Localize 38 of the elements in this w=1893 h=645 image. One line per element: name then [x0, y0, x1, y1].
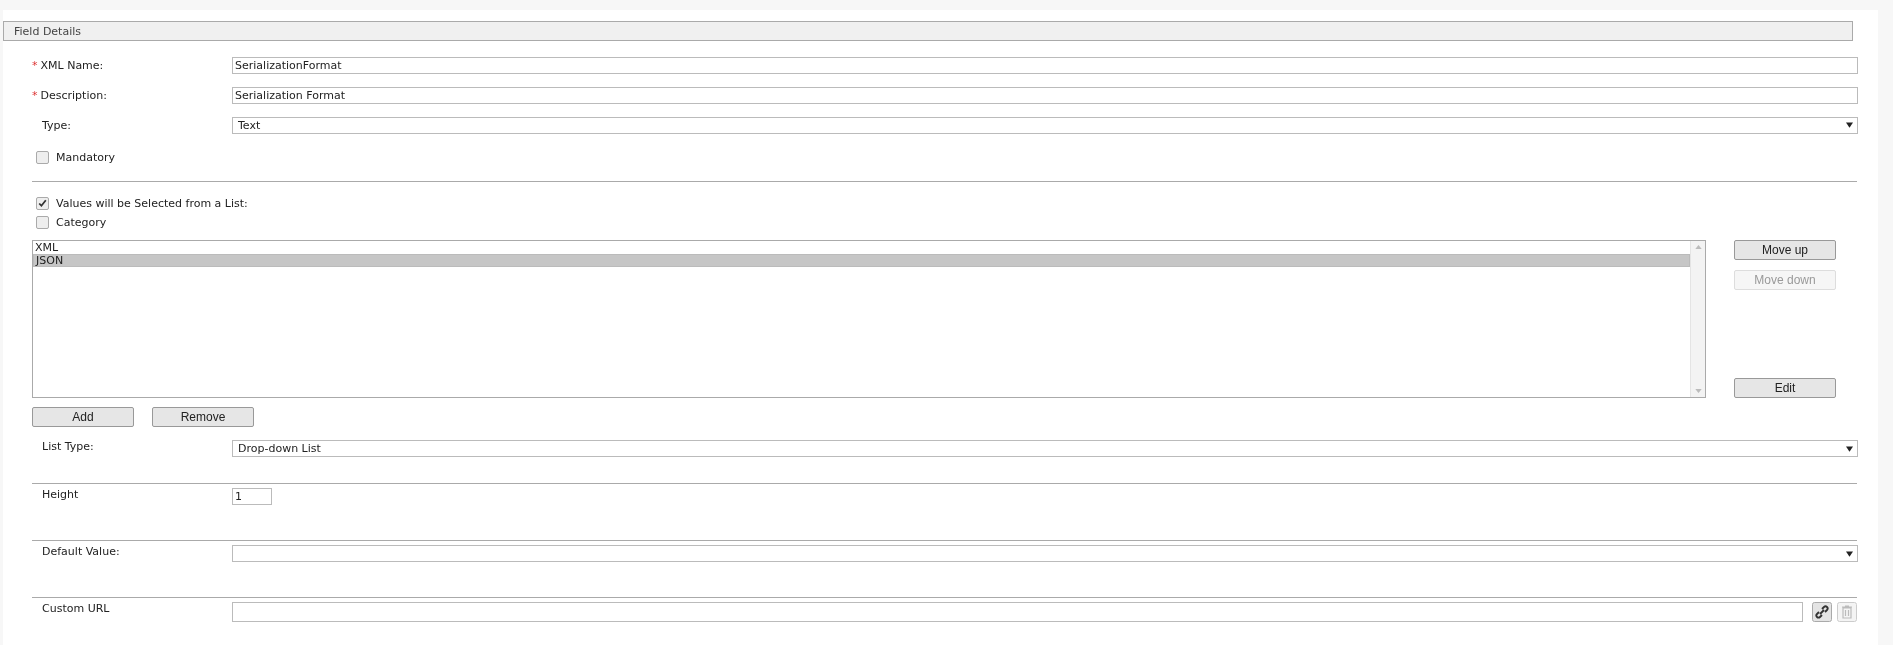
dropdown-arrow-icon: [1846, 550, 1853, 557]
move-button[interactable]: Move up: [1734, 240, 1836, 260]
checkbox[interactable]: [36, 150, 49, 164]
dropdown-arrow-icon: [1846, 445, 1853, 452]
field-label: Custom URL: [41, 602, 110, 615]
field-label: Description:: [40, 88, 107, 102]
checkbox-label: Category: [56, 216, 107, 229]
remove-button[interactable]: Remove: [152, 407, 254, 427]
panel-title: Field Details: [14, 24, 82, 38]
values-listbox[interactable]: XML JSON: [32, 240, 1706, 398]
scroll-up-icon[interactable]: [1694, 245, 1702, 249]
dropdown-arrow-icon: [1846, 122, 1853, 128]
default-value-select[interactable]: [232, 545, 1858, 562]
height-field[interactable]: 1: [232, 488, 272, 505]
checkbox[interactable]: [36, 197, 49, 210]
scrollbar[interactable]: [1690, 241, 1705, 397]
edit-button[interactable]: Edit: [1734, 378, 1836, 398]
checkbox[interactable]: [36, 216, 49, 229]
list-type-select[interactable]: Drop-down List: [232, 440, 1858, 457]
scroll-down-icon[interactable]: [1694, 389, 1702, 393]
required-marker: *: [32, 88, 38, 102]
field-label: Default Value:: [41, 545, 120, 558]
url-field[interactable]: [232, 602, 1803, 622]
add-button[interactable]: Add: [32, 407, 134, 427]
list-item[interactable]: JSON: [33, 254, 1690, 267]
checkbox-label: Mandatory: [56, 150, 115, 164]
link-icon[interactable]: [1812, 602, 1832, 622]
trash-icon[interactable]: [1837, 602, 1857, 622]
field-label: XML Name:: [40, 58, 104, 72]
field-label: Type:: [41, 118, 71, 132]
type-select[interactable]: Text: [232, 116, 1858, 134]
checkbox-label: Values will be Selected from a List:: [56, 197, 248, 210]
required-marker: *: [32, 58, 38, 72]
input-field[interactable]: Serialization Format: [232, 86, 1858, 104]
input-field[interactable]: SerializationFormat: [232, 56, 1858, 74]
field-label: Height: [41, 488, 79, 501]
field-label: List Type:: [41, 440, 94, 453]
list-item[interactable]: XML: [33, 241, 1690, 254]
